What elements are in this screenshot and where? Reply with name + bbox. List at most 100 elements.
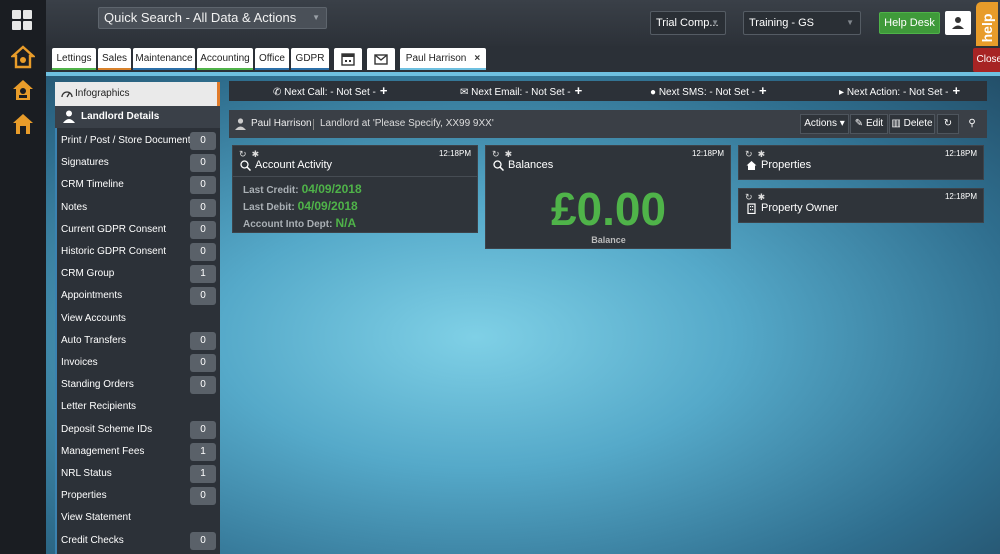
sidebar-item-count: 1 <box>190 265 216 284</box>
sidebar-item-label: Print / Post / Store Documents <box>61 135 196 146</box>
refresh-icon[interactable]: ↻ <box>745 149 753 159</box>
sidebar-item[interactable]: Management Fees 1 <box>55 441 220 463</box>
sidebar-item[interactable]: NRL Status 1 <box>55 463 220 485</box>
refresh-icon[interactable]: ↻ <box>239 149 247 159</box>
person-icon <box>63 110 75 123</box>
sidebar-item-label: View Accounts <box>61 312 126 324</box>
apps-grid-icon[interactable] <box>11 9 35 33</box>
refresh-icon: ↻ <box>943 118 953 129</box>
edit-button[interactable]: ✎ Edit <box>850 114 888 134</box>
chat-bubble-icon: ● <box>650 87 657 98</box>
close-tab-icon[interactable]: × <box>474 53 480 64</box>
tab-gdpr[interactable]: GDPR <box>291 48 329 70</box>
last-debit-row: Last Debit: 04/09/2018 <box>243 199 358 213</box>
refresh-icon[interactable]: ↻ <box>492 149 500 159</box>
sidebar-item[interactable]: CRM Group 1 <box>55 263 220 285</box>
sidebar-item[interactable]: Deposit Scheme IDs 0 <box>55 419 220 441</box>
widget-title: Property Owner <box>761 202 839 214</box>
tab-office[interactable]: Office <box>255 48 289 70</box>
tab-sales[interactable]: Sales <box>98 48 131 70</box>
tab-maintenance[interactable]: Maintenance <box>133 48 195 70</box>
sidebar-item[interactable]: Current GDPR Consent 0 <box>55 219 220 241</box>
pin-button[interactable]: ⚲ <box>961 114 983 134</box>
sidebar-item-count: 0 <box>190 132 216 150</box>
sidebar-item[interactable]: Historic GDPR Consent 0 <box>55 241 220 263</box>
next-sms[interactable]: ● Next SMS: - Not Set - + <box>650 81 767 103</box>
next-email[interactable]: ✉ Next Email: - Not Set - + <box>460 81 582 103</box>
user-menu-button[interactable] <box>945 11 971 35</box>
widget-divider <box>233 176 477 177</box>
sidebar-item[interactable]: Credit Checks 0 <box>55 530 220 552</box>
sidebar-item[interactable]: Auto Transfers 0 <box>55 330 220 352</box>
sidebar-item[interactable]: Print / Post / Store Documents 0 <box>55 130 220 152</box>
training-select[interactable]: Training - GS ▼ <box>743 11 861 35</box>
refresh-button[interactable]: ↻ <box>937 114 959 134</box>
sidebar-item-label: Signatures <box>61 157 109 169</box>
tab-mail[interactable] <box>367 48 395 70</box>
sidebar-item-label: NRL Status <box>61 468 112 479</box>
sidebar-item-label: Letter Recipients <box>61 401 137 413</box>
actions-button[interactable]: Actions ▾ <box>800 114 849 134</box>
add-call-icon[interactable]: + <box>380 83 388 98</box>
sidebar-item[interactable]: Notes 0 <box>55 197 220 219</box>
quick-search-dropdown[interactable]: Quick Search - All Data & Actions ▼ <box>98 7 327 29</box>
refresh-icon[interactable]: ↻ <box>745 192 753 202</box>
next-call[interactable]: ✆ Next Call: - Not Set - + <box>273 81 387 103</box>
add-email-icon[interactable]: + <box>575 83 583 98</box>
company-select[interactable]: Trial Comp... ▼ <box>650 11 726 35</box>
sidebar-item[interactable]: Invoices 0 <box>55 352 220 374</box>
balance-amount: £0.00 <box>550 183 667 235</box>
gear-icon[interactable]: ✱ <box>758 149 766 159</box>
property-home-icon[interactable] <box>11 112 35 136</box>
sidebar-item[interactable]: Appointments 0 <box>55 285 220 307</box>
tab-calendar[interactable] <box>334 48 362 70</box>
record-name: Paul Harrison <box>251 118 312 129</box>
tab-person-record[interactable]: Paul Harrison × <box>400 48 486 70</box>
sidebar-item-count: 0 <box>190 354 216 372</box>
sidebar-header-label: Infographics <box>75 88 130 99</box>
sidebar-item[interactable]: Letter Recipients <box>55 396 220 418</box>
sidebar-item[interactable]: Signatures 0 <box>55 152 220 174</box>
add-sms-icon[interactable]: + <box>759 83 767 98</box>
landlord-home-icon[interactable] <box>11 78 35 102</box>
tab-label: GDPR <box>295 53 325 64</box>
sidebar-item[interactable]: View Statement <box>55 507 220 529</box>
sidebar-item[interactable]: Standing Orders 0 <box>55 374 220 396</box>
tab-lettings[interactable]: Lettings <box>52 48 96 70</box>
tab-accounting[interactable]: Accounting <box>197 48 253 70</box>
sidebar-item-label: Standing Orders <box>61 379 134 391</box>
widget-time: 12:18PM <box>438 149 471 158</box>
sidebar-item-infographics[interactable]: Infographics <box>55 82 220 106</box>
help-tab-label: help <box>979 13 995 43</box>
training-select-value: Training - GS <box>749 17 815 29</box>
gear-icon[interactable]: ✱ <box>758 192 766 202</box>
sidebar-item[interactable]: Properties 0 <box>55 485 220 507</box>
pin-icon: ⚲ <box>968 118 976 129</box>
sidebar-item[interactable]: CRM Timeline 0 <box>55 174 220 196</box>
sidebar-item-label: Notes <box>61 201 88 213</box>
chevron-down-icon: ▼ <box>711 18 719 27</box>
help-desk-button[interactable]: Help Desk <box>879 12 940 34</box>
next-email-label: Next Email: - Not Set - <box>471 87 571 98</box>
widget-time: 12:18PM <box>691 149 724 158</box>
delete-button[interactable]: ▥ Delete <box>889 114 935 134</box>
person-icon <box>235 118 246 130</box>
tab-label: Office <box>259 53 285 64</box>
sidebar-section-landlord-details[interactable]: Landlord Details <box>55 106 220 128</box>
lettings-home-icon[interactable] <box>9 45 37 69</box>
trash-icon: ▥ <box>891 118 901 129</box>
next-action[interactable]: ▸ Next Action: - Not Set - + <box>839 81 960 103</box>
sidebar-item-label: View Statement <box>61 512 131 524</box>
landlord-sidebar: Infographics Landlord Details Print / Po… <box>55 82 220 554</box>
sidebar-item[interactable]: View Accounts <box>55 308 220 330</box>
quick-search-label: Quick Search - All Data & Actions <box>104 10 297 25</box>
tab-label: Lettings <box>56 53 92 64</box>
sidebar-item-count: 0 <box>190 287 216 306</box>
gear-icon[interactable]: ✱ <box>252 149 260 159</box>
record-header: Paul Harrison Landlord at 'Please Specif… <box>229 110 987 138</box>
gear-icon[interactable]: ✱ <box>505 149 513 159</box>
add-action-icon[interactable]: + <box>953 83 961 98</box>
tab-label: Accounting <box>200 53 250 64</box>
close-all-button[interactable]: Close All <box>973 48 1000 72</box>
sidebar-item-count: 0 <box>190 331 216 350</box>
